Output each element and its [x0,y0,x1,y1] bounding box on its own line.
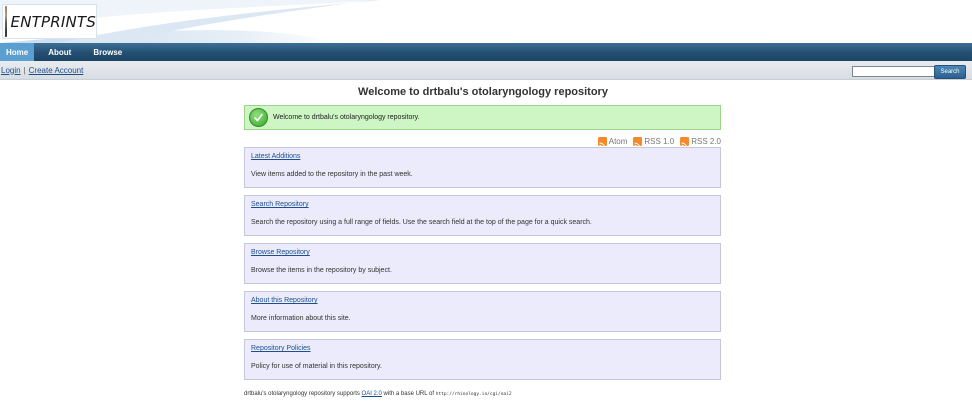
account-bar: Login | Create Account Search [0,61,972,80]
oai-footer-note: drtbalu's otolaryngology repository supp… [244,391,512,397]
footer-text-mid: with a base URL of [381,391,436,397]
panel-description: Search the repository using a full range… [251,219,592,226]
search-input[interactable] [852,66,936,77]
checkmark-icon [249,108,268,127]
footer-text-pre: drtbalu's otolaryngology repository supp… [244,391,362,397]
page-title: Welcome to drtbalu's otolaryngology repo… [358,86,608,98]
site-header: ENTPRINTS [0,0,972,43]
feed-label: Atom [608,136,628,146]
rss-icon [680,136,690,149]
account-separator: | [23,65,26,75]
about-repository-link[interactable]: About this Repository [251,297,318,304]
feed-label: RSS 2.0 [691,136,721,146]
welcome-message: Welcome to drtbalu's otolaryngology repo… [244,105,721,130]
panel-description: Browse the items in the repository by su… [251,267,392,274]
avatar [5,6,7,37]
rss-icon [597,136,607,149]
panel-latest-additions: Latest Additions View items added to the… [244,147,721,188]
site-logo[interactable]: ENTPRINTS [2,4,97,39]
main-nav: Home About Browse [0,43,972,61]
feed-atom[interactable]: Atom [597,136,628,149]
create-account-link[interactable]: Create Account [29,66,84,75]
login-link[interactable]: Login [1,66,21,75]
feed-rss2[interactable]: RSS 2.0 [680,136,721,149]
search-button[interactable]: Search [934,65,966,79]
oai-base-url: http://rhinology.in/cgi/oai2 [435,392,512,397]
panel-about-repository: About this Repository More information a… [244,291,721,332]
repository-policies-link[interactable]: Repository Policies [251,345,311,352]
browse-repository-link[interactable]: Browse Repository [251,249,310,256]
panel-description: View items added to the repository in th… [251,171,413,178]
logo-text: ENTPRINTS [10,12,96,31]
latest-additions-link[interactable]: Latest Additions [251,153,300,160]
header-swoosh-decoration [0,0,380,43]
feed-label: RSS 1.0 [644,136,675,146]
welcome-text: Welcome to drtbalu's otolaryngology repo… [273,114,420,121]
panel-browse-repository: Browse Repository Browse the items in th… [244,243,721,284]
search-repository-link[interactable]: Search Repository [251,201,309,208]
nav-home[interactable]: Home [0,43,35,61]
feed-links: Atom RSS 1.0 RSS 2.0 [560,136,721,149]
panel-repository-policies: Repository Policies Policy for use of ma… [244,339,721,380]
panel-description: More information about this site. [251,315,351,322]
nav-browse[interactable]: Browse [83,43,134,61]
rss-icon [633,136,643,149]
panel-search-repository: Search Repository Search the repository … [244,195,721,236]
nav-about[interactable]: About [34,43,83,61]
oai-link[interactable]: OAI 2.0 [362,391,382,397]
panel-description: Policy for use of material in this repos… [251,363,382,370]
feed-rss1[interactable]: RSS 1.0 [633,136,675,149]
